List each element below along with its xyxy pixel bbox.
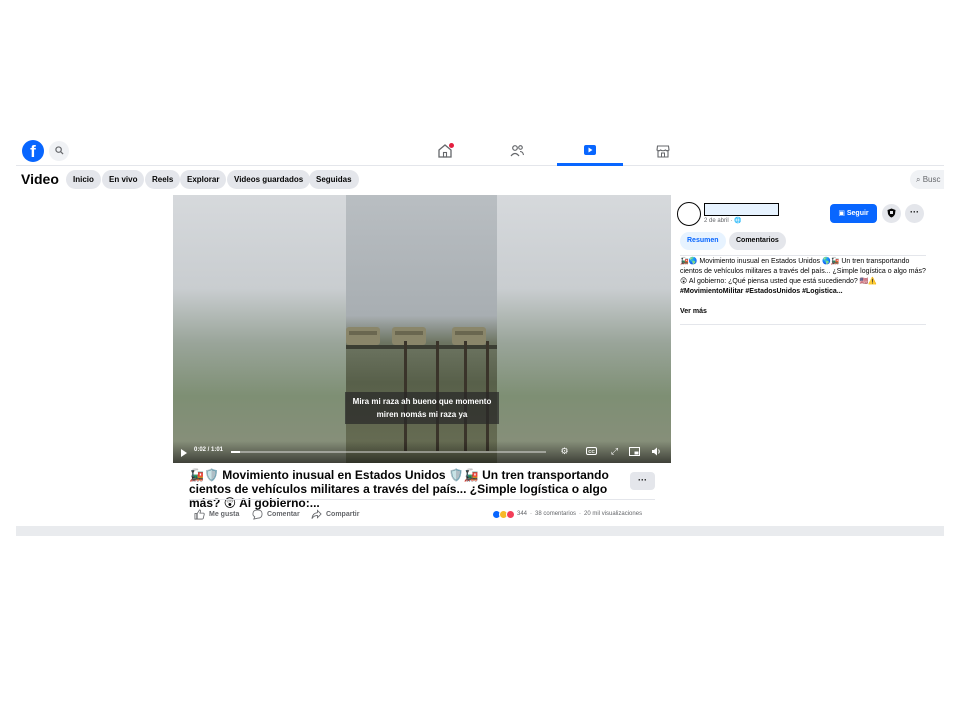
separator: · [579, 511, 582, 517]
divider [680, 324, 926, 325]
follow-icon: ▣ [838, 210, 847, 217]
share-button[interactable]: Compartir [311, 507, 359, 521]
player-controls: 0:02 / 1:01 ⚙ CC ⤢ [173, 441, 671, 463]
military-vehicle [452, 327, 486, 345]
comment-count[interactable]: 38 comentarios [535, 511, 576, 517]
follow-button[interactable]: ▣ Seguir [830, 204, 877, 223]
page-footer-band [16, 526, 944, 536]
divider [680, 255, 926, 256]
thumbs-up-icon [194, 509, 205, 519]
train-flatcar [346, 345, 497, 349]
tab-home[interactable] [412, 136, 478, 166]
share-icon [311, 508, 322, 519]
search-icon: ⌕ [916, 175, 923, 184]
reaction-count[interactable]: 344 [517, 511, 527, 517]
hashtags[interactable]: #MovimientoMilitar #EstadosUnidos #Logis… [680, 288, 843, 295]
military-vehicle [346, 327, 380, 345]
tab-resumen[interactable]: Resumen [680, 232, 726, 250]
pill-explorar[interactable]: Explorar [180, 170, 227, 189]
facebook-window: f Video Inicio En vivo Reels Explorar Vi… [16, 132, 944, 536]
comment-label: Comentar [267, 510, 300, 518]
more-icon: ··· [910, 207, 919, 217]
marketplace-icon [656, 145, 670, 158]
separator: · [530, 511, 533, 517]
comment-icon [252, 509, 263, 520]
comment-button[interactable]: Comentar [252, 507, 300, 521]
progress-bar[interactable] [231, 451, 546, 453]
volume-icon[interactable] [650, 445, 663, 458]
friends-icon [510, 145, 525, 157]
pill-videos-guardados[interactable]: Videos guardados [227, 170, 311, 189]
progress-fill [231, 451, 241, 453]
miniplayer-icon[interactable] [628, 445, 641, 458]
video-player[interactable]: Mira mi raza ah bueno que momento miren … [173, 195, 671, 463]
tab-marketplace[interactable] [630, 136, 696, 166]
post-stats: 344 · 38 comentarios · 20 mil visualizac… [492, 507, 642, 521]
view-count: 20 mil visualizaciones [584, 511, 643, 517]
tab-video[interactable] [557, 136, 623, 166]
play-icon[interactable] [181, 449, 187, 457]
save-button[interactable] [882, 204, 901, 223]
more-options-button[interactable]: ··· [630, 472, 655, 490]
tab-comentarios[interactable]: Comentarios [729, 232, 786, 250]
notification-dot [449, 143, 454, 148]
fullscreen-icon[interactable]: ⤢ [608, 445, 621, 458]
pill-inicio[interactable]: Inicio [66, 170, 101, 189]
post-caption: 🚂🛡️ Movimiento inusual en Estados Unidos… [189, 468, 609, 510]
pill-en-vivo[interactable]: En vivo [102, 170, 145, 189]
divider [189, 499, 655, 500]
search-icon [54, 146, 64, 155]
video-header: Video Inicio En vivo Reels Explorar Vide… [16, 166, 944, 194]
svg-text:CC: CC [588, 449, 595, 454]
like-label: Me gusta [209, 510, 240, 518]
timecode: 0:02 / 1:01 [194, 447, 224, 453]
video-subtitle: Mira mi raza ah bueno que momento miren … [345, 392, 499, 424]
shield-icon [887, 208, 896, 218]
top-navigation: f [16, 132, 944, 166]
search-placeholder: Busc [922, 175, 941, 184]
video-icon [584, 144, 596, 155]
settings-icon[interactable]: ⚙ [558, 445, 571, 458]
description-text: 🚂🌎 Movimiento inusual en Estados Unidos … [680, 258, 926, 285]
more-menu-button[interactable]: ··· [905, 204, 924, 223]
tab-friends[interactable] [484, 136, 550, 166]
facebook-logo[interactable]: f [22, 140, 44, 162]
see-more-link[interactable]: Ver más [680, 308, 707, 315]
video-search-input[interactable]: ⌕ Busc [910, 170, 944, 189]
post-description: 🚂🌎 Movimiento inusual en Estados Unidos … [680, 257, 926, 297]
captions-icon[interactable]: CC [585, 445, 598, 458]
love-reaction-icon [506, 509, 515, 519]
share-label: Compartir [326, 510, 360, 518]
avatar[interactable] [677, 202, 701, 226]
search-button[interactable] [49, 141, 69, 161]
pill-reels[interactable]: Reels [145, 170, 181, 189]
author-name[interactable] [704, 203, 779, 216]
page-title: Video [21, 171, 59, 187]
post-date[interactable]: 2 de abril · 🌐 [704, 217, 742, 224]
follow-label: Seguir [846, 210, 869, 217]
military-vehicle [392, 327, 426, 345]
like-button[interactable]: Me gusta [194, 507, 239, 521]
pill-seguidas[interactable]: Seguidas [309, 170, 359, 189]
